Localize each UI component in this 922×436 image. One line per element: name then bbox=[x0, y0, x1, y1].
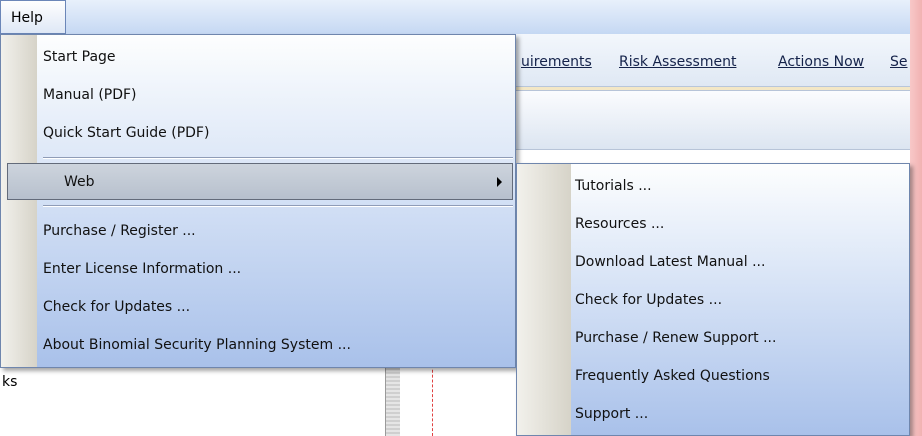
submenu-item-support[interactable]: Support ... bbox=[575, 396, 648, 433]
web-submenu-gutter bbox=[517, 164, 571, 435]
left-panel-text: ks bbox=[2, 374, 18, 390]
menu-item-enter-license[interactable]: Enter License Information ... bbox=[43, 251, 241, 288]
menu-help[interactable]: Help bbox=[0, 0, 66, 34]
submenu-item-resources[interactable]: Resources ... bbox=[575, 206, 664, 243]
nav-link-actions-now[interactable]: Actions Now bbox=[778, 54, 864, 70]
submenu-item-purchase-renew[interactable]: Purchase / Renew Support ... bbox=[575, 320, 776, 357]
web-submenu: Tutorials ... Resources ... Download Lat… bbox=[516, 163, 910, 436]
menu-item-check-updates[interactable]: Check for Updates ... bbox=[43, 289, 190, 326]
submenu-item-download-manual[interactable]: Download Latest Manual ... bbox=[575, 244, 765, 281]
menu-separator bbox=[43, 157, 513, 159]
menu-item-web[interactable]: Web bbox=[7, 163, 513, 200]
nav-bar: uirements Risk Assessment Actions Now Se bbox=[516, 34, 910, 87]
menu-item-purchase-register[interactable]: Purchase / Register ... bbox=[43, 213, 196, 250]
menu-bar bbox=[0, 0, 922, 35]
help-menu-gutter bbox=[1, 35, 37, 367]
submenu-item-check-updates[interactable]: Check for Updates ... bbox=[575, 282, 722, 319]
menu-item-web-label: Web bbox=[64, 174, 95, 190]
nav-link-risk-assessment[interactable]: Risk Assessment bbox=[619, 54, 736, 70]
nav-link-requirements[interactable]: uirements bbox=[521, 54, 592, 70]
menu-item-about[interactable]: About Binomial Security Planning System … bbox=[43, 327, 351, 364]
red-dashed-line bbox=[432, 360, 433, 436]
submenu-item-tutorials[interactable]: Tutorials ... bbox=[575, 168, 652, 205]
submenu-arrow-icon bbox=[497, 177, 502, 187]
help-menu: Start Page Manual (PDF) Quick Start Guid… bbox=[0, 34, 516, 368]
submenu-item-faq[interactable]: Frequently Asked Questions bbox=[575, 358, 770, 395]
menu-item-manual-pdf[interactable]: Manual (PDF) bbox=[43, 77, 137, 114]
menu-item-start-page[interactable]: Start Page bbox=[43, 39, 116, 76]
nav-link-partial[interactable]: Se bbox=[890, 54, 908, 70]
menu-item-quick-start-guide[interactable]: Quick Start Guide (PDF) bbox=[43, 115, 209, 152]
menu-separator bbox=[43, 205, 513, 207]
right-edge-stripe bbox=[910, 0, 922, 436]
